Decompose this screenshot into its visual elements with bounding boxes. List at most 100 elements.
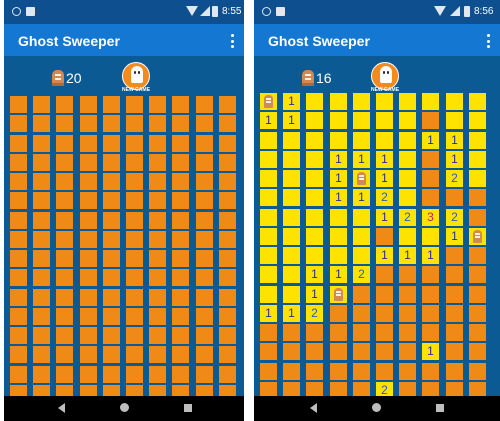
number-cell[interactable]: 1 [260, 112, 277, 129]
covered-cell[interactable] [219, 308, 236, 325]
open-cell[interactable] [469, 112, 486, 129]
covered-cell[interactable] [172, 154, 189, 171]
covered-cell[interactable] [103, 192, 120, 209]
covered-cell[interactable] [103, 154, 120, 171]
covered-cell[interactable] [353, 363, 370, 380]
open-cell[interactable] [422, 93, 439, 110]
back-triangle-icon[interactable] [58, 403, 65, 413]
open-cell[interactable] [353, 209, 370, 226]
covered-cell[interactable] [56, 115, 73, 132]
covered-cell[interactable] [376, 228, 393, 245]
number-cell[interactable]: 1 [376, 151, 393, 168]
covered-cell[interactable] [330, 305, 347, 322]
number-cell[interactable]: 1 [330, 266, 347, 283]
covered-cell[interactable] [219, 250, 236, 267]
covered-cell[interactable] [196, 212, 213, 229]
covered-cell[interactable] [196, 289, 213, 306]
covered-cell[interactable] [103, 173, 120, 190]
number-cell[interactable]: 1 [376, 209, 393, 226]
open-cell[interactable] [260, 247, 277, 264]
open-cell[interactable] [330, 132, 347, 149]
covered-cell[interactable] [33, 212, 50, 229]
covered-cell[interactable] [469, 209, 486, 226]
covered-cell[interactable] [33, 135, 50, 152]
home-circle-icon[interactable] [120, 403, 129, 412]
covered-cell[interactable] [196, 346, 213, 363]
open-cell[interactable] [446, 112, 463, 129]
covered-cell[interactable] [103, 250, 120, 267]
open-cell[interactable] [260, 132, 277, 149]
covered-cell[interactable] [172, 96, 189, 113]
covered-cell[interactable] [103, 269, 120, 286]
number-cell[interactable]: 1 [446, 132, 463, 149]
flagged-cell[interactable] [469, 228, 486, 245]
covered-cell[interactable] [149, 96, 166, 113]
covered-cell[interactable] [260, 324, 277, 341]
covered-cell[interactable] [469, 266, 486, 283]
covered-cell[interactable] [33, 192, 50, 209]
covered-cell[interactable] [10, 308, 27, 325]
open-cell[interactable] [399, 132, 416, 149]
covered-cell[interactable] [149, 192, 166, 209]
open-cell[interactable] [283, 170, 300, 187]
recent-square-icon[interactable] [436, 404, 444, 412]
covered-cell[interactable] [10, 192, 27, 209]
covered-cell[interactable] [283, 324, 300, 341]
open-cell[interactable] [469, 170, 486, 187]
number-cell[interactable]: 1 [306, 286, 323, 303]
number-cell[interactable]: 1 [376, 247, 393, 264]
covered-cell[interactable] [149, 289, 166, 306]
covered-cell[interactable] [196, 231, 213, 248]
covered-cell[interactable] [80, 250, 97, 267]
open-cell[interactable] [330, 247, 347, 264]
covered-cell[interactable] [56, 192, 73, 209]
covered-cell[interactable] [196, 366, 213, 383]
open-cell[interactable] [376, 93, 393, 110]
covered-cell[interactable] [56, 327, 73, 344]
covered-cell[interactable] [446, 305, 463, 322]
covered-cell[interactable] [446, 286, 463, 303]
covered-cell[interactable] [80, 327, 97, 344]
covered-cell[interactable] [80, 346, 97, 363]
number-cell[interactable]: 1 [376, 170, 393, 187]
covered-cell[interactable] [446, 189, 463, 206]
covered-cell[interactable] [172, 250, 189, 267]
covered-cell[interactable] [399, 343, 416, 360]
covered-cell[interactable] [469, 363, 486, 380]
open-cell[interactable] [260, 170, 277, 187]
covered-cell[interactable] [103, 289, 120, 306]
open-cell[interactable] [422, 228, 439, 245]
covered-cell[interactable] [56, 135, 73, 152]
number-cell[interactable]: 3 [422, 209, 439, 226]
covered-cell[interactable] [149, 115, 166, 132]
open-cell[interactable] [306, 170, 323, 187]
covered-cell[interactable] [149, 173, 166, 190]
number-cell[interactable]: 1 [353, 151, 370, 168]
covered-cell[interactable] [126, 308, 143, 325]
number-cell[interactable]: 1 [422, 247, 439, 264]
covered-cell[interactable] [306, 363, 323, 380]
number-cell[interactable]: 2 [376, 189, 393, 206]
covered-cell[interactable] [103, 212, 120, 229]
open-cell[interactable] [399, 112, 416, 129]
covered-cell[interactable] [80, 135, 97, 152]
covered-cell[interactable] [219, 212, 236, 229]
covered-cell[interactable] [10, 366, 27, 383]
covered-cell[interactable] [422, 112, 439, 129]
covered-cell[interactable] [219, 154, 236, 171]
covered-cell[interactable] [149, 250, 166, 267]
covered-cell[interactable] [33, 308, 50, 325]
covered-cell[interactable] [196, 96, 213, 113]
open-cell[interactable] [353, 93, 370, 110]
open-cell[interactable] [306, 151, 323, 168]
covered-cell[interactable] [80, 308, 97, 325]
covered-cell[interactable] [126, 212, 143, 229]
covered-cell[interactable] [196, 115, 213, 132]
covered-cell[interactable] [172, 327, 189, 344]
covered-cell[interactable] [10, 154, 27, 171]
new-game-button[interactable]: NEW GAME [371, 62, 399, 93]
covered-cell[interactable] [10, 346, 27, 363]
number-cell[interactable]: 1 [283, 93, 300, 110]
covered-cell[interactable] [126, 327, 143, 344]
number-cell[interactable]: 1 [422, 132, 439, 149]
